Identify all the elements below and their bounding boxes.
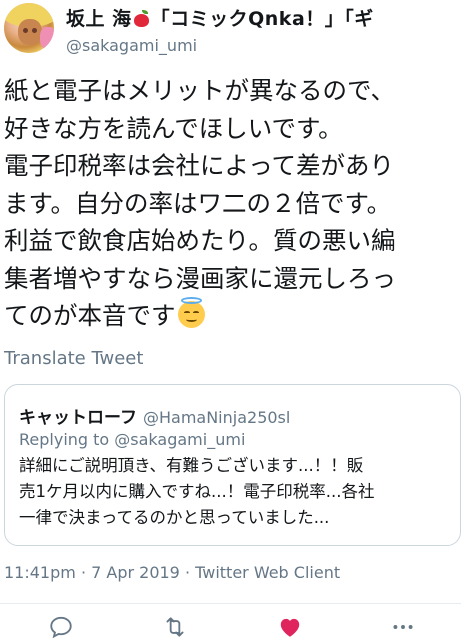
tweet-timestamp-source[interactable]: 11:41pm · 7 Apr 2019 · Twitter Web Clien… [4, 563, 340, 582]
quoted-line: 売1ケ月以内に購入ですね...！電子印税率...各社 [19, 482, 375, 501]
quoted-author-handle: @HamaNinja250sl [142, 408, 291, 427]
translate-tweet-link[interactable]: Translate Tweet [4, 348, 143, 369]
tweet-line: 電子印税率は会社によって差があり [4, 151, 395, 180]
replying-to: Replying to @sakagami_umi [19, 430, 246, 449]
tweet-line: 集者増やすなら漫画家に還元しろっ [4, 263, 396, 293]
avatar[interactable] [4, 3, 54, 53]
tweet-line: てのが本音です [4, 301, 176, 330]
quoted-line: 詳細にご説明頂き、有難うございます...！！販 [19, 456, 364, 475]
quoted-tweet[interactable]: キャットローフ @HamaNinja250sl Replying to @saka… [4, 384, 461, 546]
display-name[interactable]: 坂上 海「コミックQnka！」「ギ [66, 4, 458, 31]
tweet-line: 紙と電子はメリットが異なるので、 [4, 76, 396, 105]
smiling-face-with-halo-icon [177, 297, 205, 328]
tweet-header: 坂上 海「コミックQnka！」「ギ @sakagami_umi [0, 0, 461, 62]
tweet-line: 利益で飲食店始めたり。質の悪い編 [4, 226, 396, 255]
more-icon[interactable] [390, 614, 416, 640]
quoted-tweet-text: 詳細にご説明頂き、有難うございます...！！販 売1ケ月以内に購入ですね...！… [19, 453, 451, 531]
display-name-part-2: 「コミックQnka！」「ギ [150, 8, 374, 30]
display-name-part-1: 坂上 海 [66, 8, 132, 30]
retweet-icon[interactable] [162, 614, 188, 640]
heart-icon[interactable] [277, 614, 303, 640]
action-bar [0, 610, 461, 640]
tweet-line: 好きな方を読んでほしいです。 [4, 113, 343, 143]
quoted-author-name: キャットローフ [19, 408, 137, 428]
quoted-line: 一律で決まってるのかと思っていました... [19, 508, 330, 527]
reply-icon[interactable] [48, 614, 74, 640]
divider [0, 603, 461, 604]
red-apple-icon [133, 10, 150, 27]
tweet-last-line: てのが本音です [4, 297, 459, 335]
quoted-author: キャットローフ @HamaNinja250sl [19, 403, 290, 428]
user-handle[interactable]: @sakagami_umi [66, 36, 197, 55]
tweet-text: 紙と電子はメリットが異なるので、 好きな方を読んでほしいです。 電子印税率は会社… [4, 72, 459, 335]
tweet-line: ます。自分の率はワ二の２倍です。 [4, 188, 392, 218]
